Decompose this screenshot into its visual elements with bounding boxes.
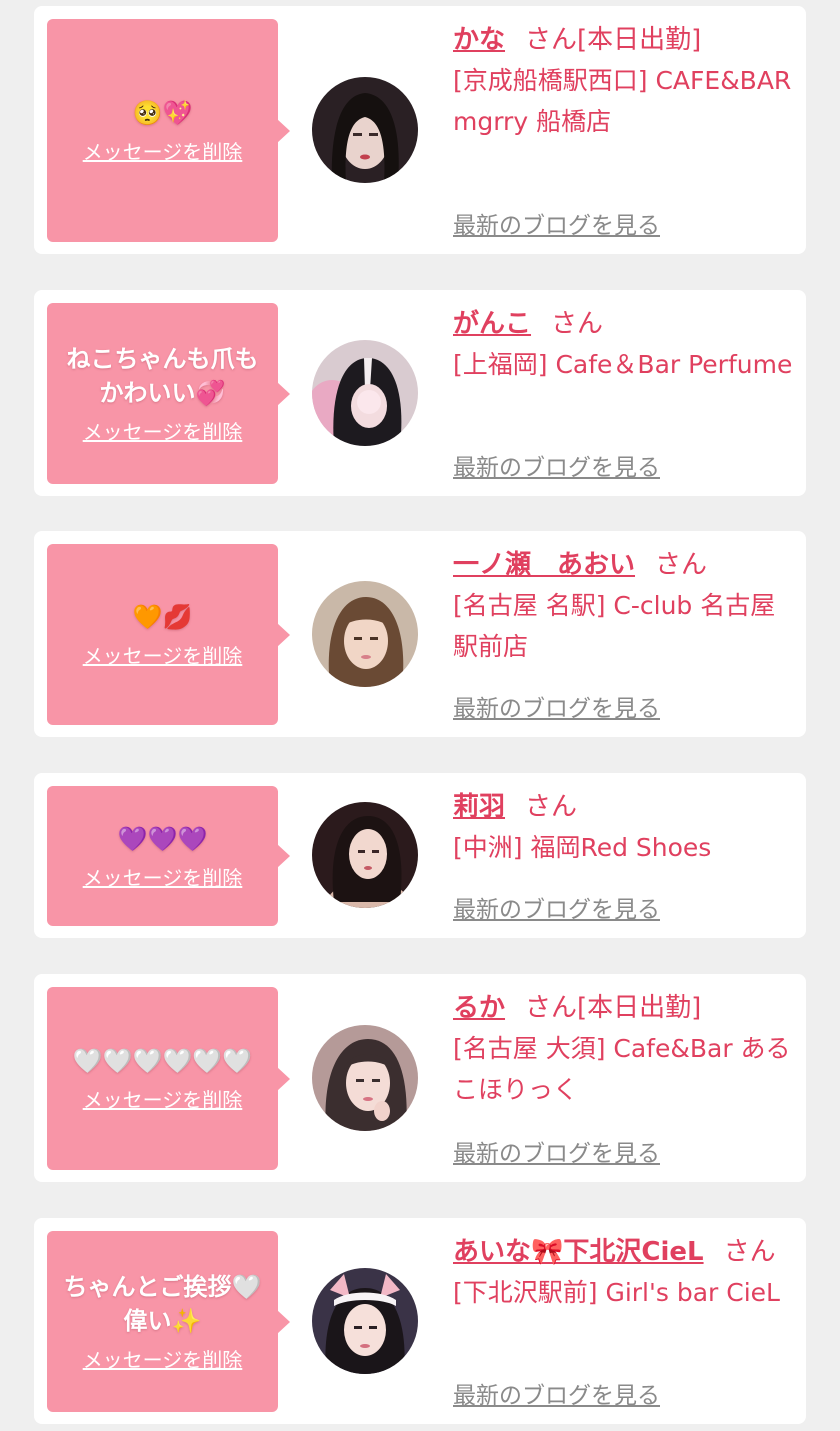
shop-name: [名古屋 名駅] C-club 名古屋駅前店: [453, 591, 776, 661]
avatar[interactable]: [312, 802, 418, 908]
message-bubble: ねこちゃんも爪もかわいい💞 メッセージを削除: [47, 303, 290, 484]
message-card: 💜💜💜 メッセージを削除 莉羽 さん [中洲] 福岡Red Shoes 最新のブロ…: [34, 773, 806, 938]
delete-message-link[interactable]: メッセージを削除: [83, 136, 243, 165]
honorific: さん: [525, 792, 578, 822]
avatar[interactable]: [312, 340, 418, 446]
girl-name-link[interactable]: 莉羽: [453, 792, 505, 822]
delete-message-link[interactable]: メッセージを削除: [83, 416, 243, 445]
latest-blog-link[interactable]: 最新のブログを見る: [453, 689, 660, 723]
name-line: がんこ さん: [453, 304, 798, 344]
girl-name-link[interactable]: がんこ: [453, 309, 531, 339]
latest-blog-link[interactable]: 最新のブログを見る: [453, 206, 660, 240]
girl-info: 一ノ瀬 あおい さん [名古屋 名駅] C-club 名古屋駅前店: [453, 545, 798, 667]
name-line: るか さん[本日出勤]: [453, 988, 798, 1028]
delete-message-link[interactable]: メッセージを削除: [83, 1344, 243, 1373]
message-bubble: 🧡💋 メッセージを削除: [47, 544, 290, 725]
attendance-status: [本日出勤]: [577, 25, 702, 55]
name-line: かな さん[本日出勤]: [453, 20, 798, 60]
attendance-status: [本日出勤]: [577, 993, 702, 1023]
message-text: ちゃんとご挨拶🤍偉い✨: [63, 1273, 262, 1335]
avatar-photo: [312, 581, 418, 687]
message-text: 💜💜💜: [117, 824, 208, 853]
message-bubble: 🤍🤍🤍🤍🤍🤍 メッセージを削除: [47, 987, 290, 1170]
delete-message-link[interactable]: メッセージを削除: [83, 1084, 243, 1113]
shop-name: [中洲] 福岡Red Shoes: [453, 833, 712, 862]
name-line: 莉羽 さん: [453, 787, 798, 827]
shop-name: [京成船橋駅西口] CAFE&BAR mgrry 船橋店: [453, 66, 792, 136]
message-text: 🧡💋: [132, 603, 193, 631]
girl-info: 莉羽 さん [中洲] 福岡Red Shoes: [453, 787, 798, 868]
avatar-photo: [312, 1268, 418, 1374]
girl-info: がんこ さん [上福岡] Cafe＆Bar Perfume: [453, 304, 798, 385]
message-text: ねこちゃんも爪もかわいい💞: [66, 345, 259, 407]
message-card: 🧡💋 メッセージを削除 一ノ瀬 あおい さん [名古屋 名駅] C-club 名古…: [34, 531, 806, 737]
message-text: 🥺💖: [132, 99, 193, 127]
avatar-photo: [312, 77, 418, 183]
honorific: さん: [551, 309, 604, 339]
name-line: 一ノ瀬 あおい さん: [453, 545, 798, 585]
girl-info: るか さん[本日出勤] [名古屋 大須] Cafe&Bar あるこほりっく: [453, 988, 798, 1110]
message-card: ちゃんとご挨拶🤍偉い✨ メッセージを削除 あいな🎀下北沢CieL さん [下北沢駅…: [34, 1218, 806, 1424]
avatar-photo: [312, 1025, 418, 1131]
honorific: さん: [525, 993, 578, 1023]
shop-name: [名古屋 大須] Cafe&Bar あるこほりっく: [453, 1034, 791, 1104]
avatar[interactable]: [312, 581, 418, 687]
latest-blog-link[interactable]: 最新のブログを見る: [453, 448, 660, 482]
girl-info: かな さん[本日出勤] [京成船橋駅西口] CAFE&BAR mgrry 船橋店: [453, 20, 798, 142]
message-bubble: 💜💜💜 メッセージを削除: [47, 786, 290, 926]
name-line: あいな🎀下北沢CieL さん: [453, 1232, 798, 1272]
avatar[interactable]: [312, 1268, 418, 1374]
girl-name-link[interactable]: かな: [453, 25, 505, 55]
delete-message-link[interactable]: メッセージを削除: [83, 862, 243, 891]
delete-message-link[interactable]: メッセージを削除: [83, 640, 243, 669]
girl-name-link[interactable]: 一ノ瀬 あおい: [453, 550, 635, 580]
girl-info: あいな🎀下北沢CieL さん [下北沢駅前] Girl's bar CieL: [453, 1232, 798, 1313]
latest-blog-link[interactable]: 最新のブログを見る: [453, 1134, 660, 1168]
honorific: さん: [655, 550, 708, 580]
message-bubble: ちゃんとご挨拶🤍偉い✨ メッセージを削除: [47, 1231, 290, 1412]
message-card: 🤍🤍🤍🤍🤍🤍 メッセージを削除 るか さん[本日出勤] [名古屋 大須] Cafe…: [34, 974, 806, 1182]
avatar[interactable]: [312, 77, 418, 183]
latest-blog-link[interactable]: 最新のブログを見る: [453, 1376, 660, 1410]
girl-name-link[interactable]: るか: [453, 993, 505, 1023]
avatar-photo: [312, 340, 418, 446]
shop-name: [下北沢駅前] Girl's bar CieL: [453, 1278, 780, 1307]
message-list: 🥺💖 メッセージを削除 かな さん[本日出勤] [京成船橋駅西口] CAFE&BA…: [0, 0, 840, 1431]
avatar-photo: [312, 802, 418, 908]
message-card: ねこちゃんも爪もかわいい💞 メッセージを削除 がんこ さん [上福岡] Cafe＆…: [34, 290, 806, 496]
honorific: さん: [723, 1237, 776, 1267]
message-text: 🤍🤍🤍🤍🤍🤍: [72, 1047, 253, 1075]
shop-name: [上福岡] Cafe＆Bar Perfume: [453, 350, 793, 379]
girl-name-link[interactable]: あいな🎀下北沢CieL: [453, 1237, 704, 1267]
latest-blog-link[interactable]: 最新のブログを見る: [453, 890, 660, 924]
honorific: さん: [525, 25, 578, 55]
message-card: 🥺💖 メッセージを削除 かな さん[本日出勤] [京成船橋駅西口] CAFE&BA…: [34, 6, 806, 254]
message-bubble: 🥺💖 メッセージを削除: [47, 19, 290, 242]
avatar[interactable]: [312, 1025, 418, 1131]
